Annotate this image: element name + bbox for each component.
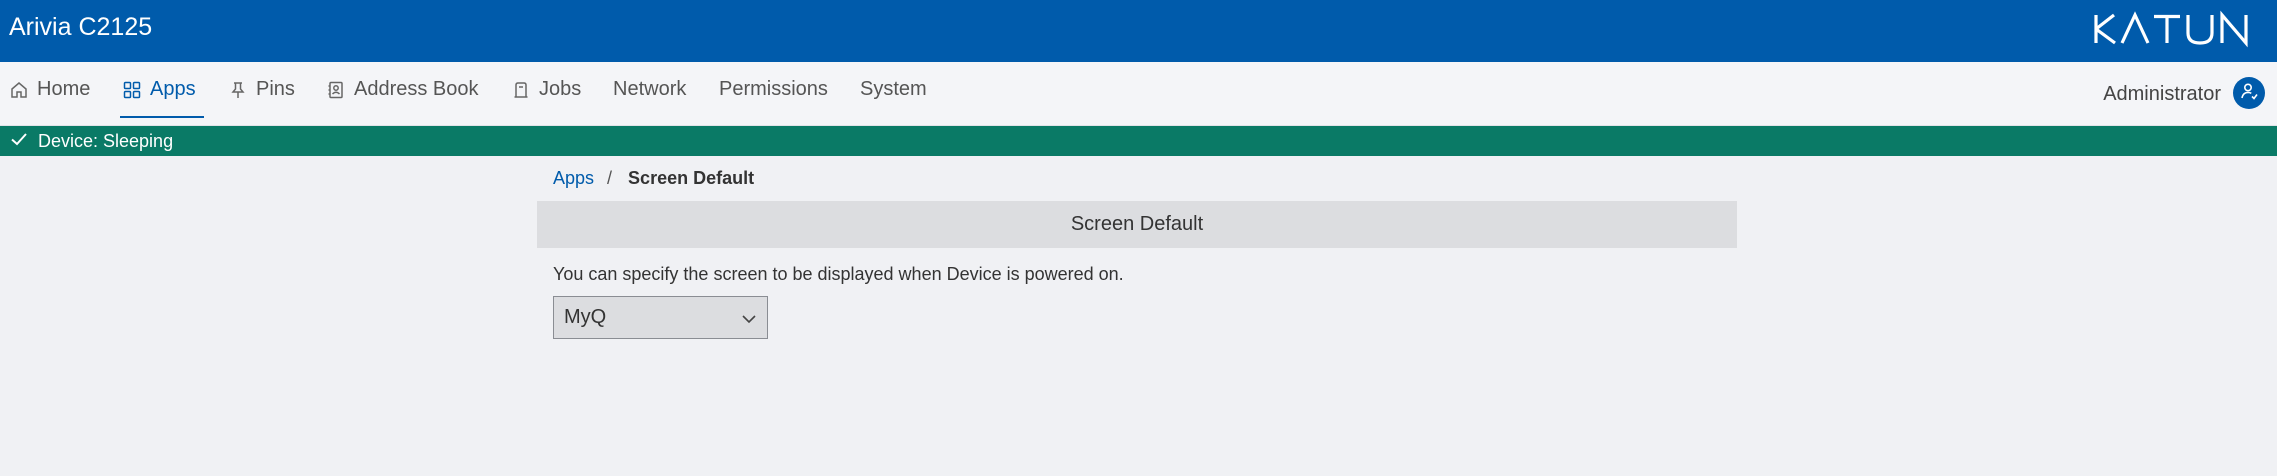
nav-pins[interactable]: Pins bbox=[228, 62, 295, 117]
nav-jobs[interactable]: Jobs bbox=[511, 62, 581, 117]
chevron-down-icon bbox=[741, 310, 757, 326]
nav-permissions[interactable]: Permissions bbox=[719, 62, 828, 117]
user-name[interactable]: Administrator bbox=[2103, 62, 2221, 126]
nav-apps[interactable]: Apps bbox=[120, 62, 204, 118]
check-icon bbox=[10, 130, 28, 153]
nav-address-book[interactable]: Address Book bbox=[326, 62, 479, 117]
section-title: Screen Default bbox=[537, 201, 1737, 248]
nav-pins-label: Pins bbox=[256, 78, 295, 100]
select-value: MyQ bbox=[564, 306, 607, 328]
jobs-icon bbox=[511, 80, 531, 100]
nav-system[interactable]: System bbox=[860, 62, 927, 117]
device-status-text: Device: Sleeping bbox=[38, 130, 174, 151]
main-navigation: Home Apps Pins Address Book Jobs Network… bbox=[0, 62, 2277, 126]
top-header: Arivia C2125 bbox=[0, 0, 2277, 62]
nav-home-label: Home bbox=[37, 78, 91, 100]
nav-address-book-label: Address Book bbox=[354, 78, 479, 100]
katun-logo bbox=[2092, 9, 2262, 49]
breadcrumb-current: Screen Default bbox=[628, 167, 755, 188]
nav-system-label: System bbox=[860, 78, 927, 100]
nav-network-label: Network bbox=[613, 78, 687, 100]
nav-network[interactable]: Network bbox=[613, 62, 686, 117]
screen-default-select[interactable]: MyQ bbox=[553, 296, 768, 339]
nav-jobs-label: Jobs bbox=[539, 78, 582, 100]
breadcrumb-separator: / bbox=[607, 167, 613, 188]
user-icon bbox=[2239, 81, 2259, 106]
nav-apps-label: Apps bbox=[150, 78, 196, 100]
user-avatar[interactable] bbox=[2233, 77, 2265, 109]
address-book-icon bbox=[326, 80, 346, 100]
apps-icon bbox=[122, 80, 142, 100]
section-description: You can specify the screen to be display… bbox=[553, 264, 1124, 284]
breadcrumb: Apps / Screen Default bbox=[553, 166, 754, 190]
pin-icon bbox=[228, 80, 248, 100]
nav-home[interactable]: Home bbox=[9, 62, 90, 117]
app-title: Arivia C2125 bbox=[9, 13, 153, 41]
device-status-bar: Device: Sleeping bbox=[0, 126, 2277, 156]
nav-permissions-label: Permissions bbox=[719, 78, 828, 100]
breadcrumb-apps-link[interactable]: Apps bbox=[553, 168, 594, 189]
home-icon bbox=[9, 80, 29, 100]
